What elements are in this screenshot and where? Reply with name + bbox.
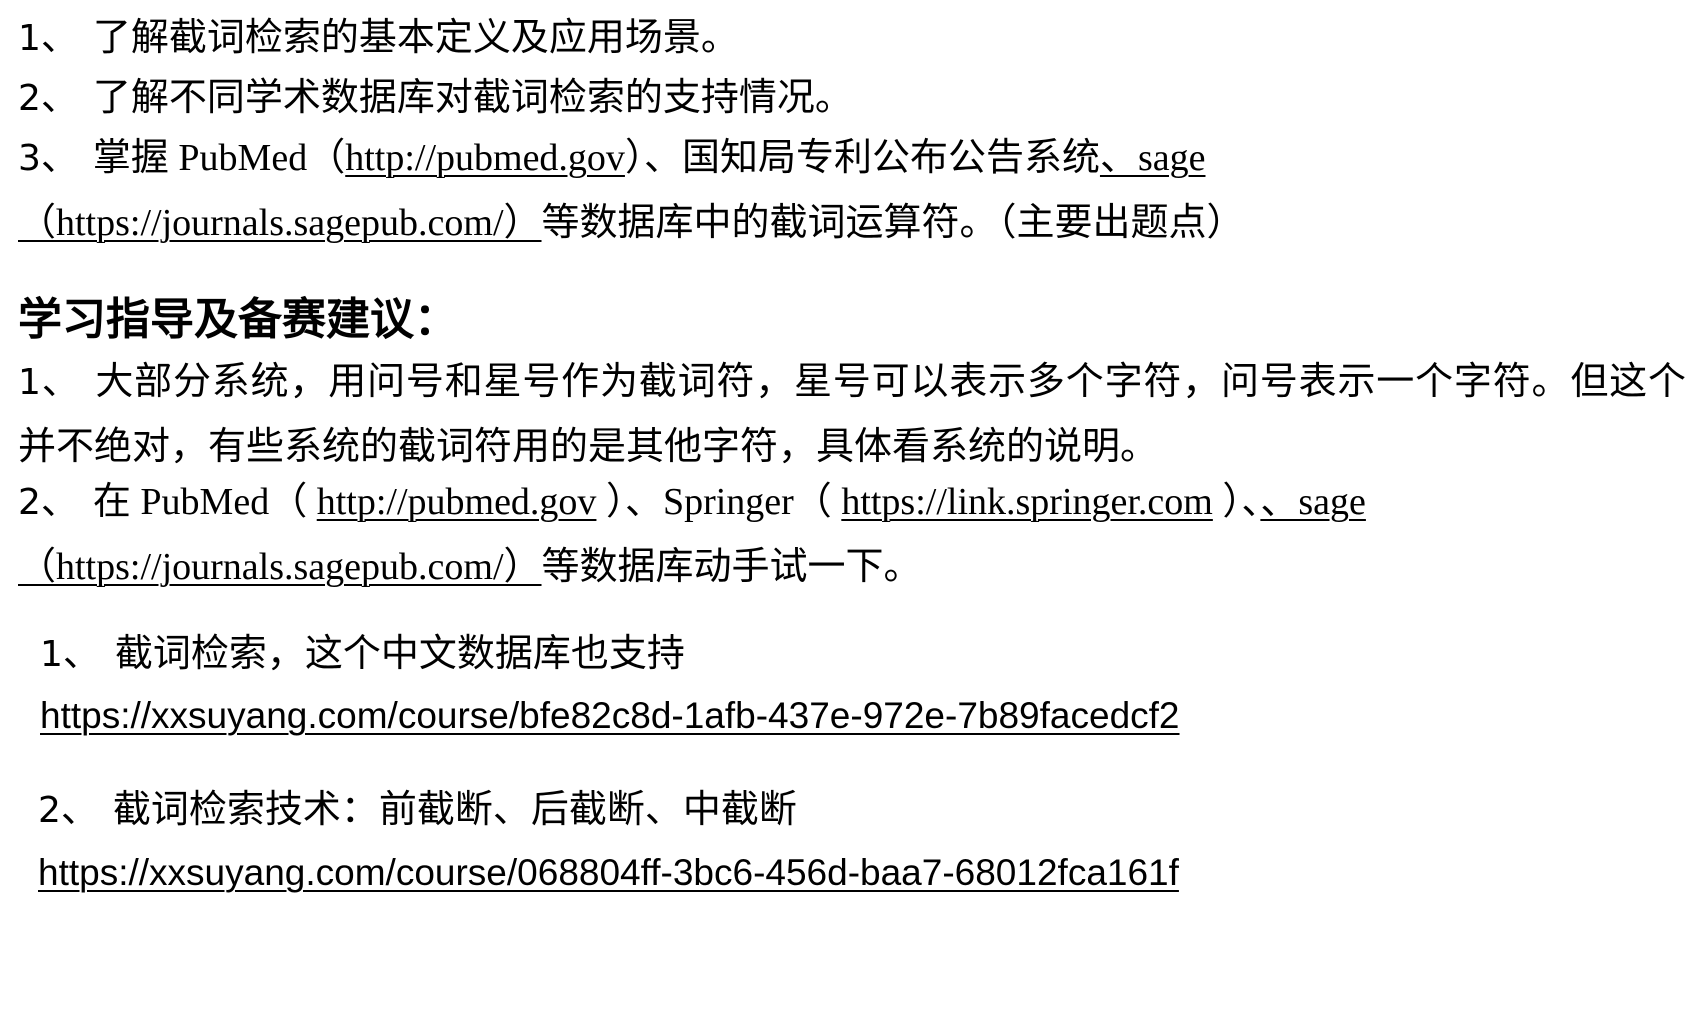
advice-text-a: 在 PubMed（ xyxy=(92,481,308,523)
sage-link-b[interactable]: （https://journals.sagepub.com/） xyxy=(18,546,542,588)
advice-text-d: 等数据库动手试一下。 xyxy=(541,546,922,588)
pubmed-link[interactable]: http://pubmed.gov xyxy=(317,481,597,523)
course-link-2[interactable]: https://xxsuyang.com/course/068804ff-3bc… xyxy=(38,845,1179,901)
objective-item-3: 3、 掌握 PubMed（http://pubmed.gov）、国知局专利公布公告… xyxy=(18,126,1418,255)
course-title: 截词检索技术：前截断、后截断、中截断 xyxy=(112,789,797,831)
objective-number: 1 xyxy=(18,18,41,59)
advice-separator: 、 xyxy=(40,361,81,403)
course-separator: 、 xyxy=(62,633,101,675)
objective-separator: 、 xyxy=(40,77,79,119)
course-number: 1 xyxy=(40,634,63,675)
course-number: 2 xyxy=(38,790,61,831)
advice-number: 1 xyxy=(18,362,41,403)
advice-item-1: 1、 大部分系统，用问号和星号作为截词符，星号可以表示多个字符，问号表示一个字符。… xyxy=(18,350,1686,479)
objective-number: 2 xyxy=(18,78,41,119)
objective-text: 了解不同学术数据库对截词检索的支持情况。 xyxy=(92,77,853,119)
pubmed-link[interactable]: http://pubmed.gov xyxy=(345,137,625,179)
objective-separator: 、 xyxy=(40,137,79,179)
document-page: 1、 了解截词检索的基本定义及应用场景。 2、 了解不同学术数据库对截词检索的支持情… xyxy=(0,0,1701,1014)
course-title: 截词检索，这个中文数据库也支持 xyxy=(114,633,685,675)
advice-text-b: ）、Springer（ xyxy=(605,481,832,523)
sage-link-b[interactable]: （https://journals.sagepub.com/） xyxy=(18,202,542,244)
objective-text-a: 掌握 PubMed（ xyxy=(92,137,346,179)
course-item-1: 1、 截词检索，这个中文数据库也支持 xyxy=(40,624,685,685)
objective-item-2: 2、 了解不同学术数据库对截词检索的支持情况。 xyxy=(18,66,1686,131)
course-separator: 、 xyxy=(60,789,99,831)
sage-link-a[interactable]: 、sage xyxy=(1260,481,1366,523)
springer-link[interactable]: https://link.springer.com xyxy=(841,481,1213,523)
objective-text: 了解截词检索的基本定义及应用场景。 xyxy=(92,17,739,59)
objective-separator: 、 xyxy=(40,17,79,59)
advice-text: 大部分系统，用问号和星号作为截词符，星号可以表示多个字符，问号表示一个字符。但这… xyxy=(18,361,1686,468)
advice-separator: 、 xyxy=(40,481,79,523)
sage-link-a[interactable]: 、sage xyxy=(1100,137,1206,179)
objective-text-b: ）、国知局专利公布公告系统 xyxy=(624,137,1100,179)
course-item-2: 2、 截词检索技术：前截断、后截断、中截断 xyxy=(38,780,797,841)
objective-number: 3 xyxy=(18,138,41,179)
advice-item-2: 2、在 PubMed（ http://pubmed.gov ）、Springer… xyxy=(18,470,1686,599)
advice-text-c: ）、 xyxy=(1222,481,1261,523)
objective-text-c: 等数据库中的截词运算符。（主要出题点） xyxy=(541,202,1245,244)
objective-item-1: 1、 了解截词检索的基本定义及应用场景。 xyxy=(18,6,1686,71)
advice-number: 2 xyxy=(18,482,41,523)
course-link-1[interactable]: https://xxsuyang.com/course/bfe82c8d-1af… xyxy=(40,688,1180,744)
section-heading: 学习指导及备赛建议： xyxy=(18,294,458,345)
